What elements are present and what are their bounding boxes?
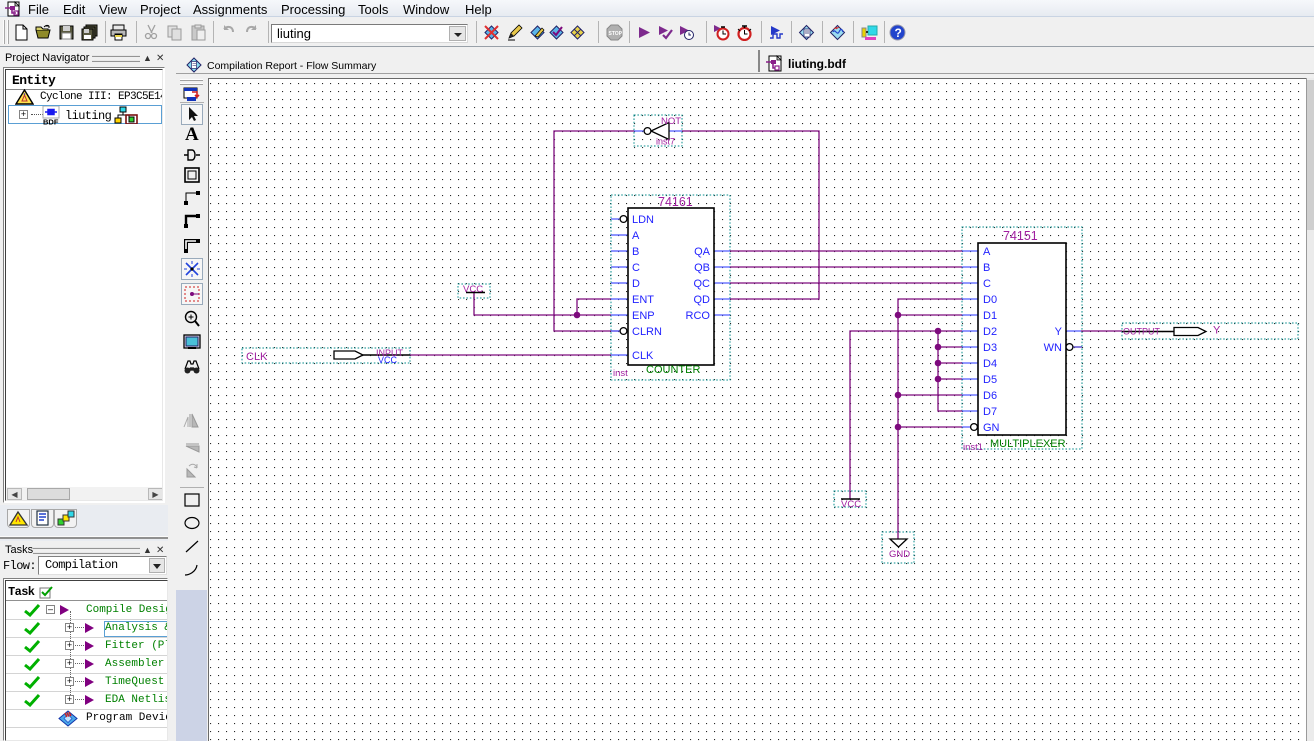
svg-text:D6: D6 — [983, 390, 997, 402]
svg-text:OUTPUT: OUTPUT — [1123, 327, 1161, 337]
svg-text:C: C — [632, 262, 640, 274]
svg-text:D2: D2 — [983, 326, 997, 338]
svg-text:D: D — [632, 278, 640, 290]
svg-text:VCC: VCC — [841, 499, 861, 510]
svg-text:inst7: inst7 — [656, 137, 675, 147]
svg-text:CLRN: CLRN — [632, 326, 662, 338]
svg-text:D3: D3 — [983, 342, 997, 354]
svg-text:CLK: CLK — [632, 350, 654, 362]
svg-text:MULTIPLEXER: MULTIPLEXER — [990, 438, 1066, 450]
svg-text:VCC: VCC — [378, 355, 398, 365]
svg-text:QA: QA — [694, 246, 711, 258]
svg-text:74151: 74151 — [1003, 229, 1038, 243]
svg-text:inst1: inst1 — [963, 442, 983, 453]
svg-text:LDN: LDN — [632, 214, 654, 226]
svg-text:QB: QB — [694, 262, 710, 274]
svg-text:B: B — [632, 246, 639, 258]
svg-text:Y: Y — [1213, 325, 1221, 337]
svg-text:A: A — [983, 246, 991, 258]
svg-text:WN: WN — [1044, 342, 1062, 354]
svg-text:inst: inst — [613, 368, 628, 379]
svg-text:B: B — [983, 262, 990, 274]
svg-text:?: ? — [895, 26, 902, 40]
svg-text:GND: GND — [889, 549, 910, 560]
svg-text:STOP: STOP — [609, 31, 623, 37]
svg-text:CLK: CLK — [246, 351, 268, 363]
svg-text:NOT: NOT — [661, 116, 681, 127]
svg-text:COUNTER: COUNTER — [646, 364, 700, 376]
svg-text:74161: 74161 — [658, 195, 693, 209]
svg-text:ENT: ENT — [632, 294, 654, 306]
svg-text:D1: D1 — [983, 310, 997, 322]
svg-text:BDF: BDF — [43, 118, 59, 126]
svg-text:GN: GN — [983, 422, 1000, 434]
svg-text:D0: D0 — [983, 294, 997, 306]
svg-text:D4: D4 — [983, 358, 997, 370]
svg-text:D7: D7 — [983, 406, 997, 418]
svg-text:QC: QC — [694, 278, 711, 290]
svg-text:ENP: ENP — [632, 310, 655, 322]
svg-text:VCC: VCC — [463, 284, 483, 295]
svg-text:Y: Y — [1055, 326, 1063, 338]
svg-text:A: A — [632, 230, 640, 242]
svg-text:RCO: RCO — [686, 310, 711, 322]
svg-text:D5: D5 — [983, 374, 997, 386]
svg-text:QD: QD — [694, 294, 711, 306]
svg-text:C: C — [983, 278, 991, 290]
